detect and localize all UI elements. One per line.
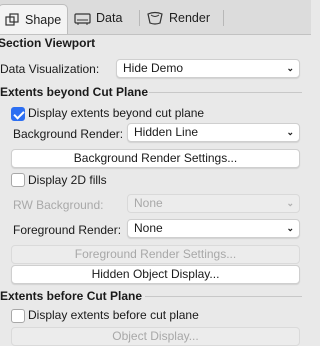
extents-beyond-title: Extents beyond Cut Plane xyxy=(0,85,149,99)
display-2d-fills-checkbox[interactable] xyxy=(11,173,25,187)
divider xyxy=(145,296,302,297)
data-visualization-select[interactable]: Hide Demo ⌄ xyxy=(116,59,300,78)
render-icon xyxy=(146,11,164,25)
divider xyxy=(149,92,302,93)
tab-separator xyxy=(223,10,224,26)
foreground-render-settings-button[interactable]: Foreground Render Settings... xyxy=(11,245,300,264)
data-visualization-label: Data Visualization: xyxy=(0,62,100,76)
foreground-render-value: None xyxy=(134,221,163,235)
display-extents-beyond-checkbox[interactable] xyxy=(11,107,25,121)
rw-background-value: None xyxy=(134,196,163,210)
foreground-render-select[interactable]: None ⌄ xyxy=(127,219,300,238)
chevron-updown-icon: ⌄ xyxy=(286,223,294,233)
display-extents-beyond-label: Display extents beyond cut plane xyxy=(28,106,205,120)
section-viewport-title: Section Viewport xyxy=(0,36,96,50)
background-render-settings-button[interactable]: Background Render Settings... xyxy=(11,149,300,168)
background-render-label: Background Render: xyxy=(13,127,124,141)
data-icon xyxy=(74,12,91,25)
display-2d-fills-label: Display 2D fills xyxy=(28,173,107,187)
data-visualization-value: Hide Demo xyxy=(123,61,184,75)
tab-shape-label: Shape xyxy=(25,12,62,27)
hidden-object-display-button[interactable]: Hidden Object Display... xyxy=(11,265,300,284)
display-extents-before-checkbox[interactable] xyxy=(11,309,25,323)
display-extents-before-label: Display extents before cut plane xyxy=(28,308,199,322)
chevron-updown-icon: ⌄ xyxy=(286,198,294,208)
tab-data-label: Data xyxy=(96,11,123,25)
rw-background-label: RW Background: xyxy=(13,198,104,212)
object-display-button[interactable]: Object Display... xyxy=(11,327,300,346)
shape-icon xyxy=(5,13,20,26)
background-render-value: Hidden Line xyxy=(134,125,199,139)
foreground-render-label: Foreground Render: xyxy=(13,223,122,237)
tab-separator xyxy=(139,10,140,26)
tab-render[interactable]: Render xyxy=(144,5,224,31)
extents-before-title: Extents before Cut Plane xyxy=(0,289,143,303)
tab-bar: Shape Data Render xyxy=(0,0,311,35)
tab-shape[interactable]: Shape xyxy=(0,4,68,34)
rw-background-select[interactable]: None ⌄ xyxy=(127,194,300,213)
chevron-updown-icon: ⌄ xyxy=(286,63,294,73)
tab-data[interactable]: Data xyxy=(72,5,140,31)
chevron-updown-icon: ⌄ xyxy=(286,127,294,137)
tab-render-label: Render xyxy=(169,11,210,25)
background-render-select[interactable]: Hidden Line ⌄ xyxy=(127,123,300,142)
